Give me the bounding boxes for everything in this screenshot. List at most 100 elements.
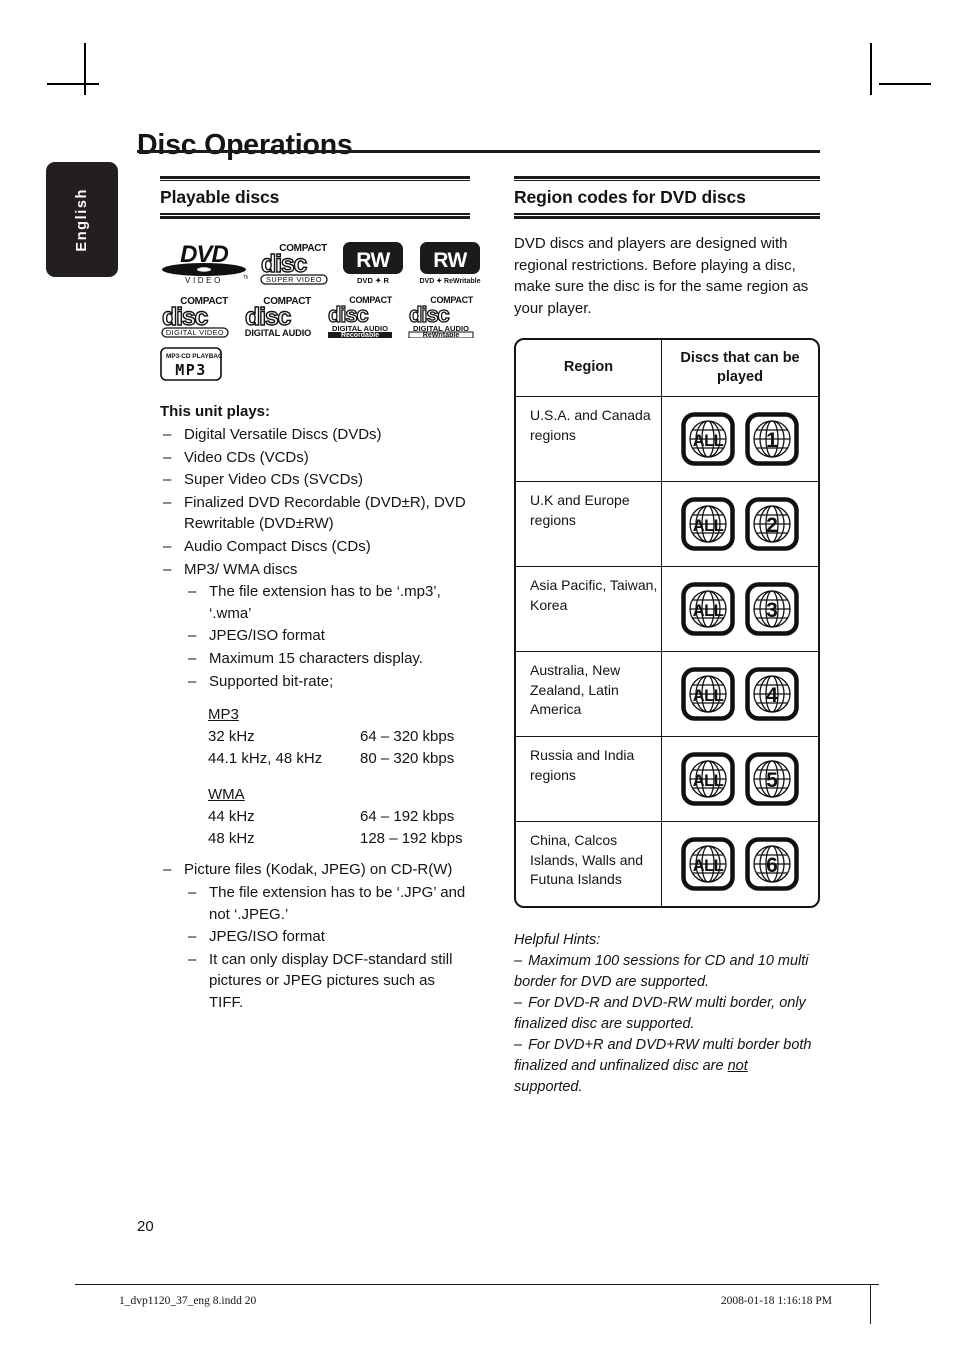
svg-text:ALL: ALL bbox=[693, 432, 724, 450]
list-item: Video CDs (VCDs) bbox=[160, 447, 470, 469]
list-item-label: Picture files (Kodak, JPEG) on CD-R(W) bbox=[184, 861, 453, 879]
dash-marker: – bbox=[514, 952, 523, 969]
bitrate-value: 64 – 192 kbps bbox=[360, 807, 455, 825]
bitrate-value: 64 – 320 kbps bbox=[360, 727, 455, 745]
list-item: Digital Versatile Discs (DVDs) bbox=[160, 424, 470, 446]
region-code-icons: ALL 2 bbox=[662, 482, 818, 566]
svg-text:disc: disc bbox=[162, 303, 209, 331]
list-item: JPEG/ISO format bbox=[184, 625, 470, 647]
page-number: 20 bbox=[137, 1218, 154, 1235]
rule-bottom-thin bbox=[514, 213, 820, 215]
right-column: Region codes for DVD discs DVD discs and… bbox=[514, 176, 820, 1098]
logo-row-1: DVD VIDEO TM COMPACT disc bbox=[160, 241, 481, 285]
table-row: Asia Pacific, Taiwan, Korea ALL 3 bbox=[516, 565, 818, 651]
wma-format-label: WMA bbox=[208, 785, 245, 803]
helpful-hints: Helpful Hints: – Maximum 100 sessions for… bbox=[514, 930, 820, 1098]
rule-top-thick bbox=[160, 176, 470, 179]
rule-bottom-thick bbox=[514, 216, 820, 219]
frequency-value: 44.1 kHz, 48 kHz bbox=[208, 749, 323, 767]
region-code-number: 1 bbox=[766, 429, 778, 452]
compact-disc-rewritable-logo: COMPACT disc DIGITAL AUDIO ReWritable bbox=[407, 294, 477, 338]
dash-marker: – bbox=[514, 994, 523, 1011]
rule-top-thick bbox=[514, 176, 820, 179]
picture-sub-list: The file extension has to be ‘.JPG’ and … bbox=[184, 882, 470, 1014]
playable-discs-heading: Playable discs bbox=[160, 187, 280, 208]
svg-text:DVD ✦ ReWritable: DVD ✦ ReWritable bbox=[420, 277, 481, 285]
dvd-plus-rewritable-logo: RW DVD ✦ ReWritable bbox=[415, 241, 485, 285]
svg-text:TM: TM bbox=[243, 275, 248, 281]
table-row: U.K and Europe regions ALL 2 bbox=[516, 480, 818, 566]
bitrate-value: 80 – 320 kbps bbox=[360, 749, 455, 767]
list-item: MP3/ WMA discs The file extension has to… bbox=[160, 559, 470, 693]
rule-bottom-thin bbox=[160, 213, 470, 215]
region-codes-heading: Region codes for DVD discs bbox=[514, 187, 746, 208]
region-code-number: 2 bbox=[766, 514, 778, 537]
title-divider bbox=[137, 150, 820, 153]
svg-text:ReWritable: ReWritable bbox=[423, 332, 460, 338]
mp3-sub-list: The file extension has to be ‘.mp3’, ‘.w… bbox=[184, 581, 470, 692]
region-name: U.K and Europe regions bbox=[516, 481, 662, 566]
playable-discs-section-header: Playable discs bbox=[160, 176, 470, 219]
frequency-value: 44 kHz bbox=[208, 807, 255, 825]
hint-item: – For DVD-R and DVD-RW multi border, only… bbox=[514, 993, 820, 1035]
svg-text:ALL: ALL bbox=[693, 772, 724, 790]
svg-text:disc: disc bbox=[261, 250, 308, 278]
svg-text:MP3: MP3 bbox=[175, 361, 207, 379]
list-item: Audio Compact Discs (CDs) bbox=[160, 536, 470, 558]
crop-mark-top-left-horizontal bbox=[47, 83, 99, 85]
list-item: Finalized DVD Recordable (DVD±R), DVD Re… bbox=[160, 492, 470, 535]
compact-disc-digital-video-logo: COMPACT disc DIGITAL VIDEO bbox=[160, 294, 232, 338]
list-item: The file extension has to be ‘.JPG’ and … bbox=[184, 882, 470, 925]
list-item: JPEG/ISO format bbox=[184, 926, 470, 948]
svg-text:SUPER VIDEO: SUPER VIDEO bbox=[266, 275, 322, 284]
region-code-number: 6 bbox=[766, 854, 778, 877]
globe-all-icon: ALL bbox=[681, 496, 735, 551]
hint-text: For DVD-R and DVD-RW multi border, only … bbox=[514, 994, 806, 1032]
picture-files-list: Picture files (Kodak, JPEG) on CD-R(W) T… bbox=[160, 859, 470, 1013]
region-intro-paragraph: DVD discs and players are designed with … bbox=[514, 234, 809, 318]
globe-all-icon: ALL bbox=[681, 581, 735, 636]
region-codes-table: Region Discs that can be played U.S.A. a… bbox=[514, 337, 820, 908]
globe-all-icon: ALL bbox=[681, 666, 735, 721]
svg-text:RW: RW bbox=[433, 249, 467, 272]
bitrate-table: MP3 32 kHz 64 – 320 kbps 44.1 kHz, 48 kH… bbox=[208, 704, 470, 849]
emphasis-not: not bbox=[727, 1057, 748, 1074]
dvd-video-logo: DVD VIDEO TM bbox=[160, 241, 248, 285]
crop-mark-top-left-vertical bbox=[84, 43, 86, 95]
svg-text:DVD ✦ R: DVD ✦ R bbox=[357, 276, 390, 285]
hint-text: Maximum 100 sessions for CD and 10 multi… bbox=[514, 952, 809, 990]
frequency-value: 48 kHz bbox=[208, 829, 255, 847]
table-row: Russia and India regions ALL 5 bbox=[516, 735, 818, 821]
list-item: Picture files (Kodak, JPEG) on CD-R(W) T… bbox=[160, 859, 470, 1013]
rule-bottom-thick bbox=[160, 216, 470, 219]
region-code-icons: ALL 5 bbox=[662, 737, 818, 821]
footer-divider bbox=[75, 1284, 879, 1286]
unit-plays-title: This unit plays: bbox=[160, 402, 271, 420]
footer-timestamp: 2008-01-18 1:16:18 PM bbox=[720, 1295, 832, 1307]
svg-text:ALL: ALL bbox=[693, 687, 724, 705]
list-item: Maximum 15 characters display. bbox=[184, 648, 470, 670]
globe-region-icon: 2 bbox=[745, 496, 799, 551]
region-code-icons: ALL 6 bbox=[662, 822, 818, 906]
language-tab-label: English bbox=[74, 187, 90, 252]
svg-text:VIDEO: VIDEO bbox=[185, 276, 223, 285]
column-header-discs: Discs that can be played bbox=[680, 349, 800, 385]
dash-marker: – bbox=[514, 1036, 523, 1053]
crop-mark-top-right-horizontal bbox=[879, 83, 931, 85]
column-header-region: Region bbox=[516, 339, 662, 396]
disc-format-logos: DVD VIDEO TM COMPACT disc bbox=[160, 241, 481, 381]
globe-region-icon: 5 bbox=[745, 751, 799, 806]
table-row: Australia, New Zealand, Latin America AL… bbox=[516, 650, 818, 736]
globe-all-icon: ALL bbox=[681, 836, 735, 891]
region-code-number: 4 bbox=[766, 684, 778, 707]
table-row: 44 kHz 64 – 192 kbps bbox=[208, 806, 470, 828]
region-name: Russia and India regions bbox=[516, 736, 662, 821]
region-code-icons: ALL 1 bbox=[662, 397, 818, 481]
dvd-plus-r-logo: RW DVD ✦ R bbox=[342, 241, 404, 285]
list-item: It can only display DCF-standard still p… bbox=[184, 949, 470, 1014]
list-item: Supported bit-rate; bbox=[184, 671, 470, 693]
logo-row-3: MP3-CD PLAYBACK MP3 bbox=[160, 347, 470, 381]
manual-page: English Disc Operations Playable discs D… bbox=[0, 0, 954, 1347]
bitrate-value: 128 – 192 kbps bbox=[360, 829, 463, 847]
region-name: U.S.A. and Canada regions bbox=[516, 396, 662, 481]
